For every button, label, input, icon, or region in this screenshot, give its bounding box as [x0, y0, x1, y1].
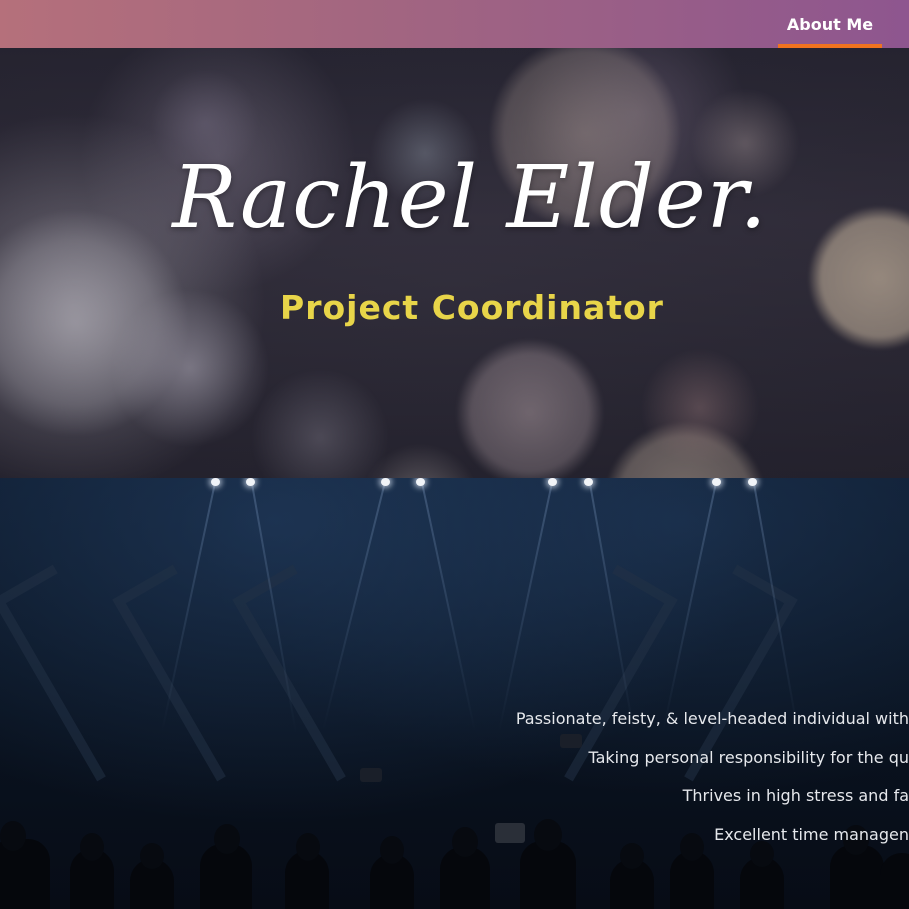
light-beam [420, 478, 477, 733]
stage-light [548, 478, 557, 486]
crowd-silhouette [534, 819, 562, 851]
bio-line-1: Passionate, feisty, & level-headed indiv… [515, 709, 909, 728]
stage-light [584, 478, 593, 486]
crowd-silhouette [214, 824, 240, 854]
nav-link-about-me[interactable]: About Me [778, 0, 882, 48]
crowd-silhouette [0, 821, 26, 851]
hero-overlay [0, 48, 909, 478]
bio-line-3: Thrives in high stress and fa [682, 786, 909, 805]
camera-silhouette [560, 734, 582, 748]
stage-light [748, 478, 757, 486]
about-section: Passionate, feisty, & level-headed indiv… [0, 478, 909, 909]
top-nav-bar: About Me [0, 0, 909, 48]
crowd-silhouette [880, 853, 909, 909]
portfolio-page: About Me Rachel Elder. Project Coordinat… [0, 0, 909, 909]
stage-light [416, 478, 425, 486]
hero-name: Rachel Elder. [172, 148, 768, 248]
crowd-silhouette [620, 843, 644, 869]
hero-job-title: Project Coordinator [280, 288, 664, 327]
crowd-silhouette [750, 841, 774, 867]
hero-section: Rachel Elder. Project Coordinator [0, 48, 909, 478]
stage-light [381, 478, 390, 486]
crowd-silhouette [296, 833, 320, 861]
bio-line-2: Taking personal responsibility for the q… [588, 748, 909, 767]
camera-silhouette [360, 768, 382, 782]
crowd-silhouette [140, 843, 164, 869]
crowd-silhouette [452, 827, 478, 857]
stage-light [712, 478, 721, 486]
stage-light [211, 478, 220, 486]
stage-light [246, 478, 255, 486]
crowd-silhouette [680, 833, 704, 861]
camera-silhouette [495, 823, 525, 843]
crowd-silhouette [380, 836, 404, 864]
crowd-silhouette [520, 841, 576, 909]
bio-line-4: Excellent time managen [714, 825, 909, 844]
crowd-silhouette [80, 833, 104, 861]
